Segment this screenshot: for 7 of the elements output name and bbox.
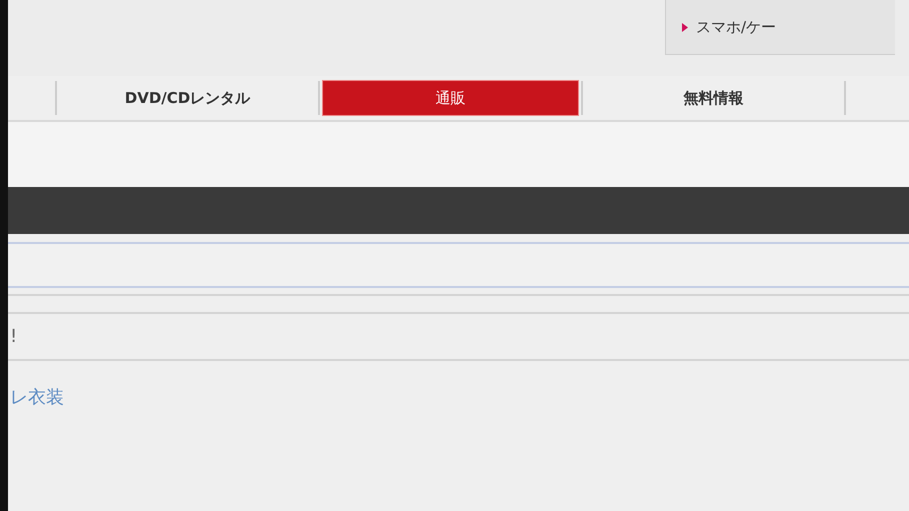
notice-text: ! bbox=[10, 326, 18, 347]
nav-tab[interactable]: 無料情報 bbox=[585, 81, 842, 115]
nav-tab[interactable]: DVD/CDレンタル bbox=[59, 81, 316, 115]
input-field[interactable] bbox=[8, 242, 909, 288]
nav-tab[interactable]: 通販 bbox=[322, 80, 579, 116]
mobile-link[interactable]: スマホ/ケー bbox=[665, 0, 895, 55]
triangle-icon bbox=[682, 22, 688, 32]
